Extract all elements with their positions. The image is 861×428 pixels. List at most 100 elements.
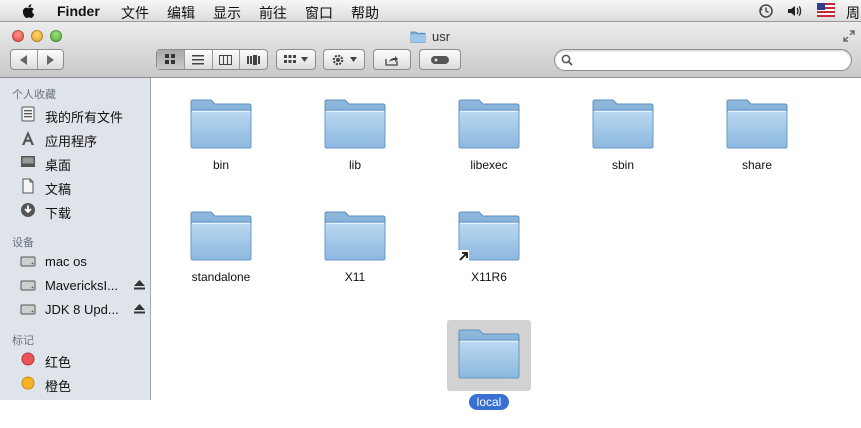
window-title: usr — [410, 29, 450, 44]
folder-item-share[interactable]: share — [709, 98, 805, 198]
folder-name: lib — [348, 158, 361, 172]
column-view-button[interactable] — [213, 54, 240, 65]
search-input[interactable] — [577, 52, 849, 70]
sidebar: 个人收藏 我的所有文件 应用程序 桌面 文稿 下载 设备 mac os Mave… — [0, 78, 151, 400]
column-view-icon — [219, 54, 233, 65]
sidebar-item-mac-os[interactable]: mac os — [0, 250, 150, 272]
menu-go[interactable]: 前往 — [259, 3, 287, 23]
folder-name: X11R6 — [471, 270, 507, 284]
sidebar-header-tags: 标记 — [12, 335, 34, 347]
folder-icon — [190, 211, 252, 261]
us-flag-input-icon[interactable] — [817, 3, 835, 17]
chevron-down-icon — [350, 57, 357, 62]
back-button[interactable] — [11, 54, 37, 65]
sidebar-item-tag-red[interactable]: 红色 — [0, 348, 150, 370]
sidebar-item-label: 桌面 — [45, 158, 72, 173]
folder-icon — [324, 99, 386, 149]
sidebar-item-jdk[interactable]: JDK 8 Upd... — [0, 298, 150, 320]
sidebar-item-label: 红色 — [45, 355, 72, 370]
sidebar-item-label: JDK 8 Upd... — [45, 302, 119, 317]
edit-tags-button[interactable] — [419, 49, 461, 70]
zoom-button[interactable] — [50, 30, 62, 42]
coverflow-view-button[interactable] — [240, 54, 267, 65]
folder-item-x11[interactable]: X11 — [307, 210, 403, 310]
menu-view[interactable]: 显示 — [213, 3, 241, 23]
view-mode-control — [156, 49, 268, 70]
finder-window: usr 个人收藏 我的所有文件 应用程序 桌面 文稿 下载 设备 mac os … — [0, 22, 861, 410]
folder-item-sbin[interactable]: sbin — [575, 98, 671, 198]
folder-contents: bin lib libexec sbin share standalone X1… — [151, 78, 861, 410]
folder-item-standalone[interactable]: standalone — [173, 210, 269, 310]
arrange-button[interactable] — [276, 49, 316, 70]
folder-icon — [592, 99, 654, 149]
search-icon — [561, 54, 573, 66]
sidebar-item-label: 我的所有文件 — [45, 110, 124, 125]
list-view-icon — [192, 54, 205, 64]
sidebar-item-documents[interactable]: 文稿 — [0, 175, 150, 197]
sidebar-item-label: 文稿 — [45, 182, 72, 197]
chevron-down-icon — [301, 57, 308, 62]
minimize-button[interactable] — [31, 30, 43, 42]
sidebar-header-favorites: 个人收藏 — [12, 89, 56, 101]
tag-red-icon — [21, 352, 35, 366]
disk-icon — [20, 280, 36, 291]
folder-icon — [458, 329, 520, 379]
sidebar-item-label: 下载 — [45, 206, 72, 221]
menu-bar: Finder 文件 编辑 显示 前往 窗口 帮助 周 — [0, 0, 861, 22]
sidebar-item-downloads[interactable]: 下载 — [0, 199, 150, 221]
search-field[interactable] — [554, 49, 852, 71]
list-view-button[interactable] — [185, 54, 212, 65]
fullscreen-icon[interactable] — [843, 30, 855, 42]
folder-item-libexec[interactable]: libexec — [441, 98, 537, 198]
alias-arrow-icon — [457, 250, 469, 262]
back-arrow-icon — [19, 54, 27, 65]
all-files-icon — [21, 106, 35, 122]
sidebar-item-desktop[interactable]: 桌面 — [0, 151, 150, 173]
share-button[interactable] — [373, 49, 411, 70]
disk-icon — [20, 304, 36, 315]
clock-day[interactable]: 周 — [846, 3, 860, 23]
menu-help[interactable]: 帮助 — [351, 3, 379, 23]
folder-name: local — [468, 394, 510, 410]
folder-name: libexec — [470, 158, 508, 172]
forward-arrow-icon — [47, 54, 55, 65]
action-button[interactable] — [323, 49, 365, 70]
folder-item-bin[interactable]: bin — [173, 98, 269, 198]
sidebar-item-label: 橙色 — [45, 379, 72, 394]
sidebar-item-label: MavericksI... — [45, 278, 118, 293]
menu-window[interactable]: 窗口 — [305, 3, 333, 23]
folder-icon — [726, 99, 788, 149]
forward-button[interactable] — [38, 54, 64, 65]
apple-menu-icon[interactable] — [20, 2, 38, 20]
downloads-icon — [21, 203, 35, 217]
icon-view-icon — [164, 54, 175, 64]
menu-edit[interactable]: 编辑 — [167, 3, 195, 23]
time-machine-icon[interactable] — [758, 3, 774, 19]
share-icon — [385, 55, 398, 66]
tag-orange-icon — [21, 376, 35, 390]
documents-icon — [22, 178, 34, 194]
sidebar-item-applications[interactable]: 应用程序 — [0, 127, 150, 149]
eject-icon[interactable] — [134, 304, 145, 314]
eject-icon[interactable] — [134, 280, 145, 290]
tag-pill-icon — [431, 55, 449, 64]
sidebar-item-mavericks[interactable]: MavericksI... — [0, 274, 150, 296]
volume-icon[interactable] — [786, 3, 804, 19]
folder-name: share — [741, 158, 773, 172]
menu-app-name[interactable]: Finder — [57, 3, 100, 19]
sidebar-item-label: mac os — [45, 254, 87, 269]
sidebar-item-label: 应用程序 — [45, 134, 98, 149]
folder-name: X11 — [344, 270, 366, 284]
sidebar-item-all-my-files[interactable]: 我的所有文件 — [0, 103, 150, 125]
back-forward-control — [10, 49, 64, 70]
close-button[interactable] — [12, 30, 24, 42]
menu-file[interactable]: 文件 — [121, 3, 149, 23]
folder-item-x11r6[interactable]: X11R6 — [441, 210, 537, 310]
gear-icon — [332, 54, 344, 65]
sidebar-item-tag-orange[interactable]: 橙色 — [0, 372, 150, 394]
folder-item-local[interactable]: local — [441, 320, 537, 428]
title-toolbar: usr — [0, 22, 861, 78]
icon-view-button[interactable] — [157, 50, 184, 69]
folder-item-lib[interactable]: lib — [307, 98, 403, 198]
coverflow-view-icon — [246, 54, 260, 65]
